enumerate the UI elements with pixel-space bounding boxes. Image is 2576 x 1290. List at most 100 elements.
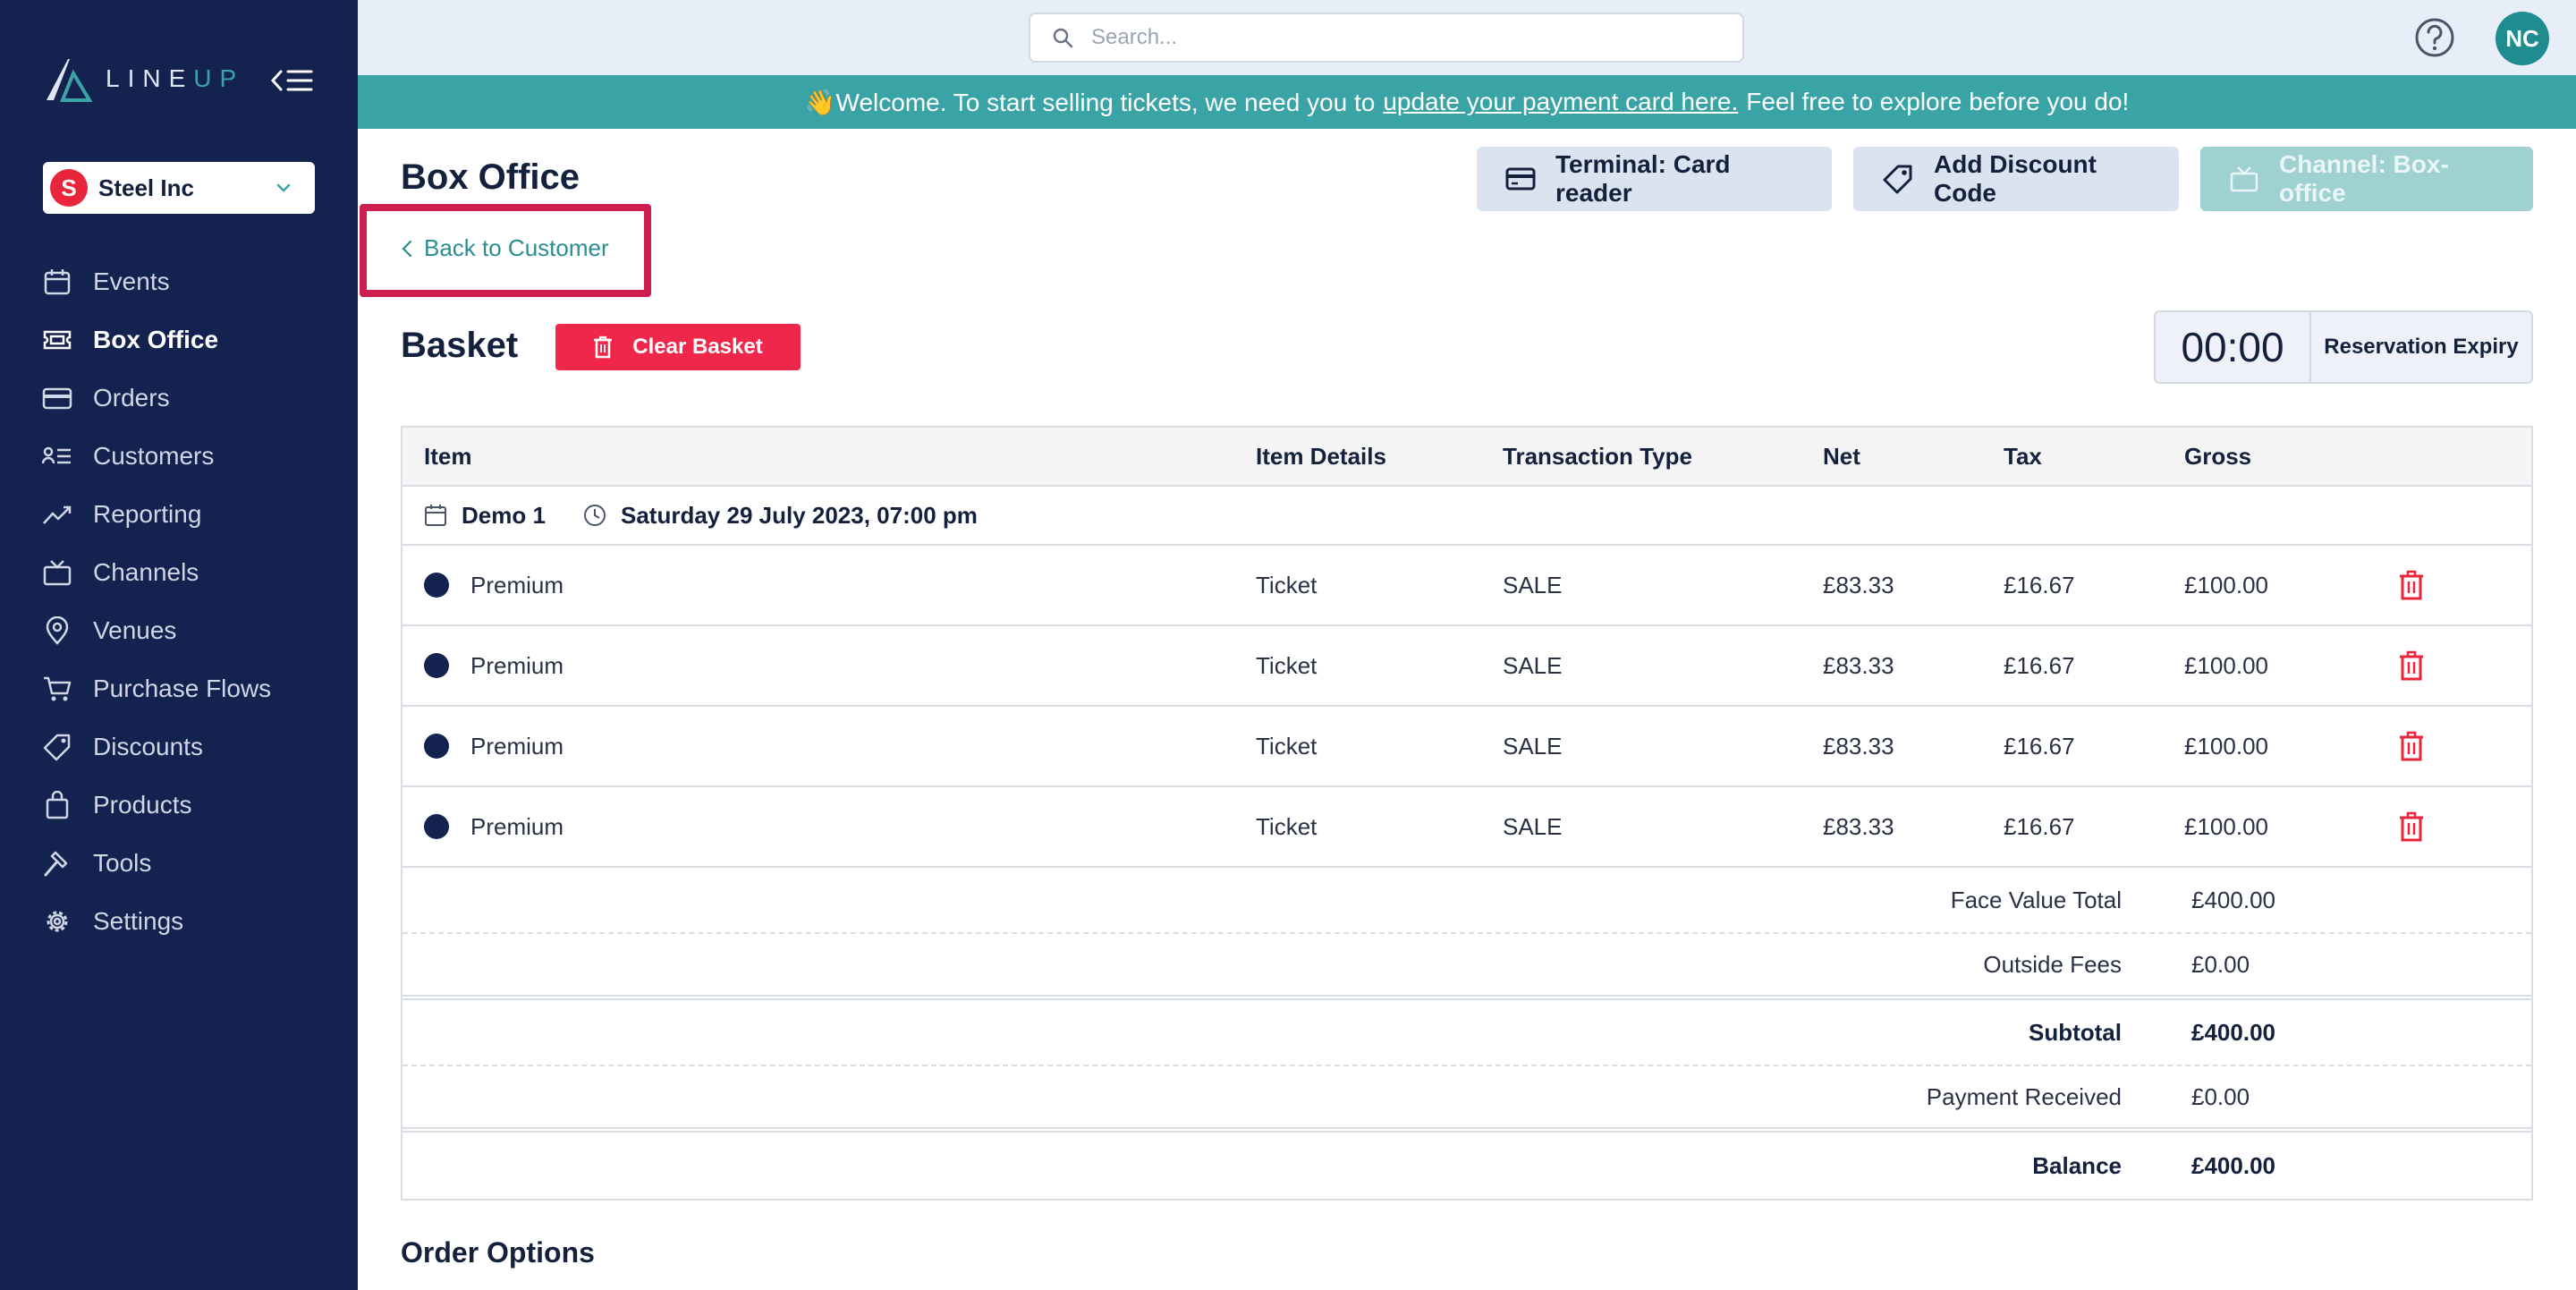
trash-icon — [2400, 731, 2423, 761]
back-to-customer-link[interactable]: Back to Customer — [401, 234, 609, 262]
search-input[interactable] — [1091, 25, 1699, 50]
item-details: Ticket — [1256, 732, 1318, 760]
item-cell: Premium — [424, 546, 564, 624]
net-value: £83.33 — [1823, 651, 1894, 679]
sidebar-item-customers[interactable]: Customers — [0, 427, 358, 485]
summary-row-payment-received: Payment Received £0.00 — [402, 1066, 2531, 1133]
summary-label: Subtotal — [2029, 1018, 2122, 1046]
add-discount-code-button[interactable]: Add Discount Code — [1853, 147, 2179, 211]
search-box[interactable] — [1029, 13, 1744, 63]
sidebar-item-label: Customers — [93, 441, 215, 470]
table-row: Premium Ticket SALE £83.33 £16.67 £100.0… — [402, 707, 2531, 787]
table-header: Item Item Details Transaction Type Net T… — [402, 428, 2531, 487]
summary-row-subtotal: Subtotal £400.00 — [402, 1000, 2531, 1066]
remove-item-button[interactable] — [2399, 546, 2424, 624]
gross-value: £100.00 — [2184, 812, 2268, 840]
summary-row-outside-fees: Outside Fees £0.00 — [402, 934, 2531, 1000]
bag-icon — [41, 789, 73, 821]
logo-text: LINEUP — [106, 64, 245, 92]
summary-value: £0.00 — [2191, 1082, 2250, 1110]
org-badge: S — [50, 169, 88, 207]
summary-label: Payment Received — [1926, 1082, 2122, 1110]
page-title: Box Office — [401, 157, 580, 197]
summary-row-balance: Balance £400.00 — [402, 1133, 2531, 1199]
organization-select[interactable]: S Steel Inc — [43, 162, 315, 214]
timer-value: 00:00 — [2156, 312, 2311, 382]
tax-value: £16.67 — [2004, 571, 2075, 598]
summary-label: Outside Fees — [1983, 950, 2122, 978]
cart-icon — [41, 673, 73, 705]
event-name-cell: Demo 1 — [424, 487, 546, 544]
sidebar-item-reporting[interactable]: Reporting — [0, 485, 358, 543]
gross-value: £100.00 — [2184, 651, 2268, 679]
trash-icon — [2400, 570, 2423, 600]
update-payment-card-link[interactable]: update your payment card here. — [1383, 88, 1738, 116]
chevron-down-icon — [276, 183, 291, 192]
help-icon — [2415, 18, 2454, 57]
table-row: Premium Ticket SALE £83.33 £16.67 £100.0… — [402, 626, 2531, 707]
remove-item-button[interactable] — [2399, 787, 2424, 866]
basket-title: Basket — [401, 326, 519, 365]
net-value: £83.33 — [1823, 732, 1894, 760]
item-name: Premium — [470, 571, 564, 598]
help-button[interactable] — [2413, 16, 2456, 59]
sidebar-item-label: Venues — [93, 615, 177, 644]
chart-line-icon — [41, 498, 73, 530]
calendar-icon — [425, 505, 446, 526]
back-link-label: Back to Customer — [424, 234, 609, 261]
price-level-dot — [424, 814, 449, 839]
sidebar-nav: Events Box Office Orders Customers Repor… — [0, 252, 358, 950]
transaction-type: SALE — [1503, 651, 1563, 679]
sidebar-item-channels[interactable]: Channels — [0, 543, 358, 601]
terminal-button-label: Terminal: Card reader — [1555, 150, 1731, 207]
tag-icon — [41, 731, 73, 763]
price-level-dot — [424, 734, 449, 759]
lineup-logo[interactable]: LINEUP — [43, 54, 244, 104]
search-icon — [1053, 28, 1073, 48]
trash-icon — [593, 335, 613, 359]
sidebar-item-orders[interactable]: Orders — [0, 369, 358, 427]
tag-icon — [1882, 164, 1914, 194]
sidebar: LINEUP S Steel Inc Events Box Office Ord… — [0, 0, 358, 1290]
summary-row-face-value: Face Value Total £400.00 — [402, 868, 2531, 934]
column-header-net: Net — [1823, 442, 1860, 470]
trash-icon — [2400, 811, 2423, 842]
sidebar-item-label: Box Office — [93, 325, 219, 353]
sidebar-item-venues[interactable]: Venues — [0, 601, 358, 659]
sidebar-item-box-office[interactable]: Box Office — [0, 310, 358, 369]
credit-card-icon — [41, 382, 73, 414]
tax-value: £16.67 — [2004, 732, 2075, 760]
user-avatar[interactable]: NC — [2496, 12, 2549, 65]
column-header-item-details: Item Details — [1256, 442, 1386, 470]
sidebar-item-products[interactable]: Products — [0, 776, 358, 834]
collapse-menu-icon — [270, 70, 313, 91]
hammer-icon — [41, 847, 73, 879]
channel-box-office-button[interactable]: Channel: Box-office — [2200, 147, 2533, 211]
remove-item-button[interactable] — [2399, 707, 2424, 785]
item-cell: Premium — [424, 626, 564, 705]
item-name: Premium — [470, 732, 564, 760]
credit-card-icon — [1505, 166, 1536, 191]
sidebar-item-events[interactable]: Events — [0, 252, 358, 310]
remove-item-button[interactable] — [2399, 626, 2424, 705]
terminal-card-reader-button[interactable]: Terminal: Card reader — [1477, 147, 1832, 211]
sidebar-item-tools[interactable]: Tools — [0, 834, 358, 892]
event-datetime: Saturday 29 July 2023, 07:00 pm — [621, 501, 978, 529]
gear-icon — [41, 905, 73, 938]
summary-value: £400.00 — [2191, 886, 2275, 913]
discount-button-label: Add Discount Code — [1934, 150, 2097, 207]
table-row: Premium Ticket SALE £83.33 £16.67 £100.0… — [402, 787, 2531, 868]
sidebar-item-label: Events — [93, 267, 170, 295]
sidebar-item-discounts[interactable]: Discounts — [0, 717, 358, 776]
basket-table: Item Item Details Transaction Type Net T… — [401, 426, 2533, 1201]
sidebar-item-settings[interactable]: Settings — [0, 892, 358, 950]
collapse-sidebar-button[interactable] — [270, 63, 315, 98]
summary-value: £0.00 — [2191, 950, 2250, 978]
sidebar-item-purchase-flows[interactable]: Purchase Flows — [0, 659, 358, 717]
tax-value: £16.67 — [2004, 812, 2075, 840]
welcome-banner: 👋Welcome. To start selling tickets, we n… — [358, 75, 2576, 129]
clear-basket-button[interactable]: Clear Basket — [555, 324, 801, 370]
column-header-transaction-type: Transaction Type — [1503, 442, 1692, 470]
map-pin-icon — [41, 615, 73, 647]
trash-icon — [2400, 650, 2423, 681]
